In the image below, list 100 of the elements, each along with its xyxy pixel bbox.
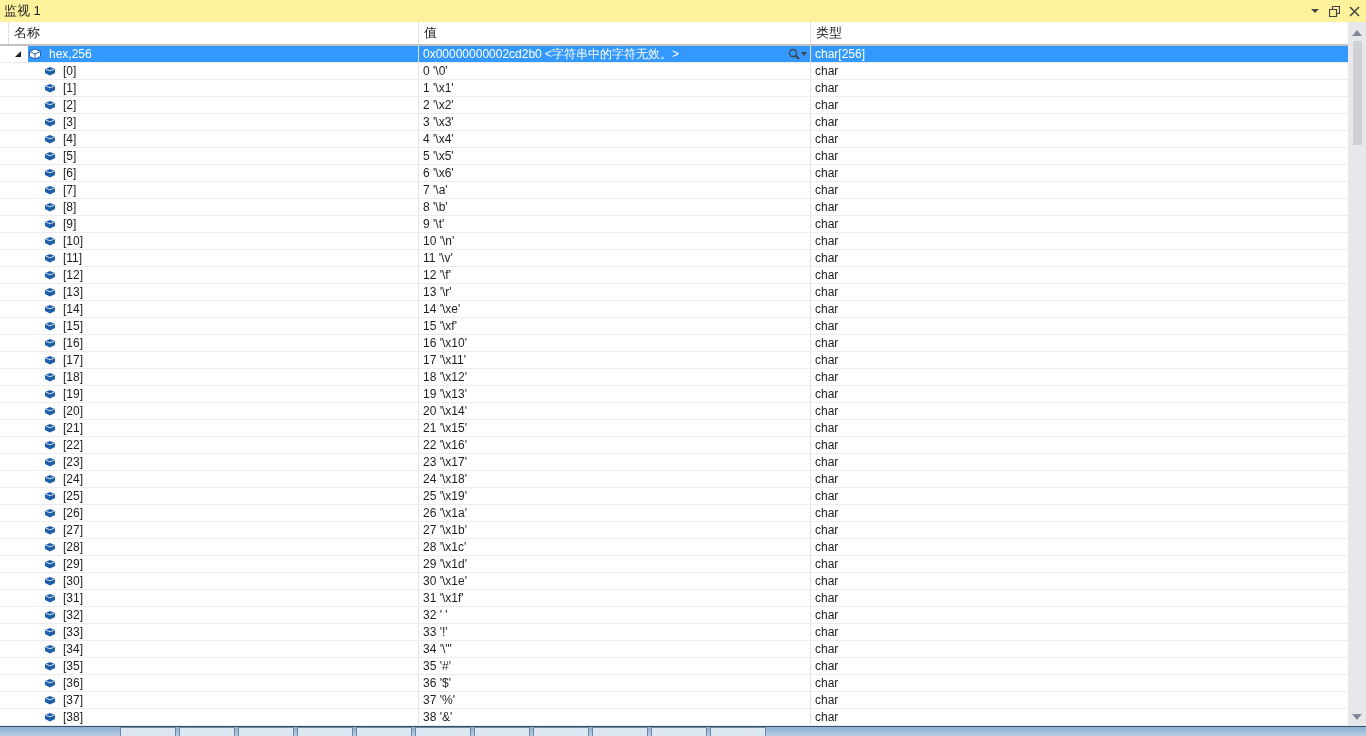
field-icon [44,389,56,399]
value-cell: 27 '\x1b' [418,522,810,538]
tree-item[interactable]: [26] [44,505,383,521]
tree-item[interactable]: [20] [44,403,383,419]
value-cell: 10 '\n' [418,233,810,249]
tree-item[interactable]: [11] [44,250,383,266]
value-cell: 23 '\x17' [418,454,810,470]
tree-item[interactable]: [18] [44,369,383,385]
value-cell: 16 '\x10' [418,335,810,351]
field-icon [44,151,56,161]
tree-item[interactable]: [30] [44,573,383,589]
value-cell: 6 '\x6' [418,165,810,181]
tree-item[interactable]: [3] [44,114,377,130]
field-icon [44,321,56,331]
tree-item[interactable]: [6] [44,165,377,181]
taskbar-button[interactable] [356,727,412,736]
tree-item[interactable]: [27] [44,522,383,538]
tree-item[interactable]: [33] [44,624,383,640]
scroll-down-icon[interactable] [1352,714,1362,720]
taskbar-button[interactable] [415,727,471,736]
value-cell: 34 '\"' [418,641,810,657]
field-icon [44,66,56,76]
tree-item[interactable]: [34] [44,641,383,657]
tree-item[interactable]: [8] [44,199,377,215]
tree-item[interactable]: [36] [44,675,383,691]
field-icon [44,287,56,297]
tree-item[interactable]: [16] [44,335,383,351]
field-icon [44,236,56,246]
field-icon [44,678,56,688]
tree-item[interactable]: [31] [44,590,383,606]
expand-arrow-icon[interactable] [14,50,22,58]
scroll-thumb[interactable] [1352,41,1362,145]
close-icon[interactable] [1349,5,1360,17]
taskbar-button[interactable] [120,727,176,736]
value-cell: 19 '\x13' [418,386,810,402]
tree-item[interactable]: [4] [44,131,377,147]
taskbar-button[interactable] [651,727,707,736]
tree-item[interactable]: [21] [44,420,383,436]
value-cell: 21 '\x15' [418,420,810,436]
tree-item[interactable]: [1] [44,80,377,96]
tree-item[interactable]: [25] [44,488,383,504]
tree-item[interactable]: [14] [44,301,383,317]
tree-item[interactable]: [12] [44,267,383,283]
column-header[interactable]: 名称 [8,22,418,44]
dropdown-icon[interactable] [1310,6,1320,16]
value-cell: 20 '\x14' [418,403,810,419]
restore-icon[interactable] [1329,5,1340,17]
visualizer-icon[interactable] [788,48,808,60]
tree-item[interactable]: [2] [44,97,377,113]
taskbar-button[interactable] [238,727,294,736]
value-cell: 4 '\x4' [418,131,810,147]
field-icon [44,406,56,416]
tree-item[interactable]: [17] [44,352,383,368]
column-header[interactable]: 值 [418,22,810,44]
field-icon [44,355,56,365]
value-cell: 9 '\t' [418,216,810,232]
tree-item[interactable]: [38] [44,709,383,725]
scrollbar[interactable] [1348,22,1366,726]
scroll-up-icon[interactable] [1352,30,1362,36]
taskbar-button[interactable] [592,727,648,736]
taskbar-button[interactable] [474,727,530,736]
value-cell: 3 '\x3' [418,114,810,130]
tree-item[interactable]: [5] [44,148,377,164]
taskbar-button[interactable] [710,727,766,736]
value-cell: 11 '\v' [418,250,810,266]
tree-item[interactable]: [19] [44,386,383,402]
tree-item[interactable]: [13] [44,284,383,300]
taskbar-button[interactable] [179,727,235,736]
field-icon [44,100,56,110]
tree-item[interactable]: [10] [44,233,383,249]
tree-item[interactable]: [9] [44,216,377,232]
tree-item[interactable]: [15] [44,318,383,334]
tree-item[interactable]: [24] [44,471,383,487]
field-icon [44,491,56,501]
value-cell: 18 '\x12' [418,369,810,385]
tree-item[interactable]: [29] [44,556,383,572]
tree-item[interactable]: [7] [44,182,377,198]
tree-item[interactable]: [23] [44,454,383,470]
value-cell: 29 '\x1d' [418,556,810,572]
taskbar-button[interactable] [297,727,353,736]
value-cell: 8 '\b' [418,199,810,215]
value-cell: 33 '!' [418,624,810,640]
tree-item[interactable]: [32] [44,607,383,623]
value-cell: 24 '\x18' [418,471,810,487]
field-icon [44,117,56,127]
value-cell: 1 '\x1' [418,80,810,96]
field-icon [44,202,56,212]
field-icon [44,559,56,569]
tree-item[interactable]: [28] [44,539,383,555]
field-icon [44,168,56,178]
value-cell: 36 '$' [418,675,810,691]
value-cell: 12 '\f' [418,267,810,283]
value-cell: 25 '\x19' [418,488,810,504]
window-title: 监视 1 [4,2,41,20]
value-cell: 0 '\0' [418,63,810,79]
tree-item[interactable]: [22] [44,437,383,453]
tree-item[interactable]: [0] [44,63,377,79]
tree-item[interactable]: [37] [44,692,383,708]
taskbar-button[interactable] [533,727,589,736]
tree-item[interactable]: [35] [44,658,383,674]
